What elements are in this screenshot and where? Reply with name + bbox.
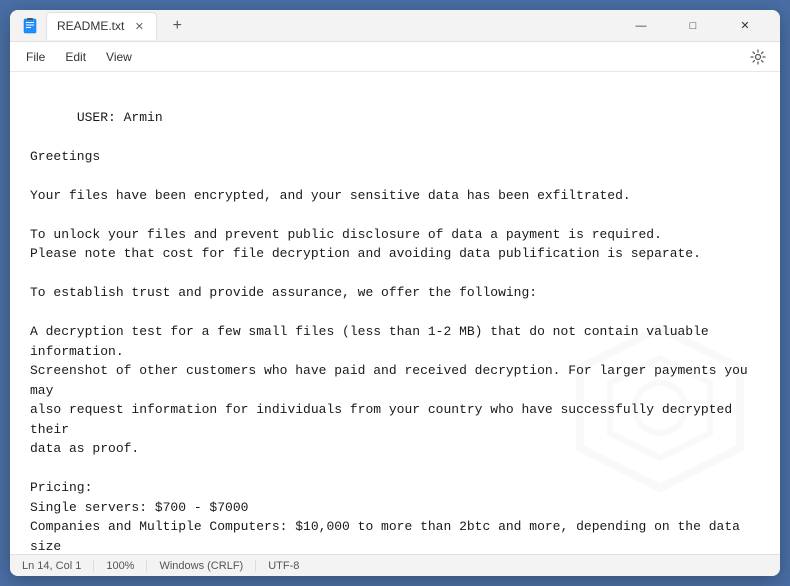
main-window: README.txt ✕ + — □ ✕ File Edit View bbox=[10, 10, 780, 576]
settings-button[interactable] bbox=[744, 43, 772, 71]
maximize-button[interactable]: □ bbox=[670, 10, 716, 42]
view-menu[interactable]: View bbox=[98, 46, 140, 68]
notepad-icon bbox=[22, 18, 38, 34]
window-controls: — □ ✕ bbox=[618, 10, 768, 42]
gear-icon bbox=[750, 49, 766, 65]
status-bar: Ln 14, Col 1 100% Windows (CRLF) UTF-8 bbox=[10, 554, 780, 576]
tab-label: README.txt bbox=[57, 19, 124, 33]
line-ending: Windows (CRLF) bbox=[147, 560, 256, 572]
close-button[interactable]: ✕ bbox=[722, 10, 768, 42]
cursor-position: Ln 14, Col 1 bbox=[22, 560, 94, 572]
title-bar: README.txt ✕ + — □ ✕ bbox=[10, 10, 780, 42]
tab-close-button[interactable]: ✕ bbox=[132, 19, 146, 33]
menu-bar: File Edit View bbox=[10, 42, 780, 72]
readme-text: USER: Armin Greetings Your files have be… bbox=[30, 110, 756, 555]
minimize-button[interactable]: — bbox=[618, 10, 664, 42]
encoding: UTF-8 bbox=[256, 560, 311, 572]
text-editor-area[interactable]: USER: Armin Greetings Your files have be… bbox=[10, 72, 780, 554]
active-tab[interactable]: README.txt ✕ bbox=[46, 12, 157, 40]
title-bar-left: README.txt ✕ + bbox=[22, 12, 618, 40]
file-menu[interactable]: File bbox=[18, 46, 53, 68]
zoom-level: 100% bbox=[94, 560, 147, 572]
text-content: USER: Armin Greetings Your files have be… bbox=[30, 88, 760, 554]
edit-menu[interactable]: Edit bbox=[57, 46, 94, 68]
new-tab-button[interactable]: + bbox=[165, 14, 189, 38]
